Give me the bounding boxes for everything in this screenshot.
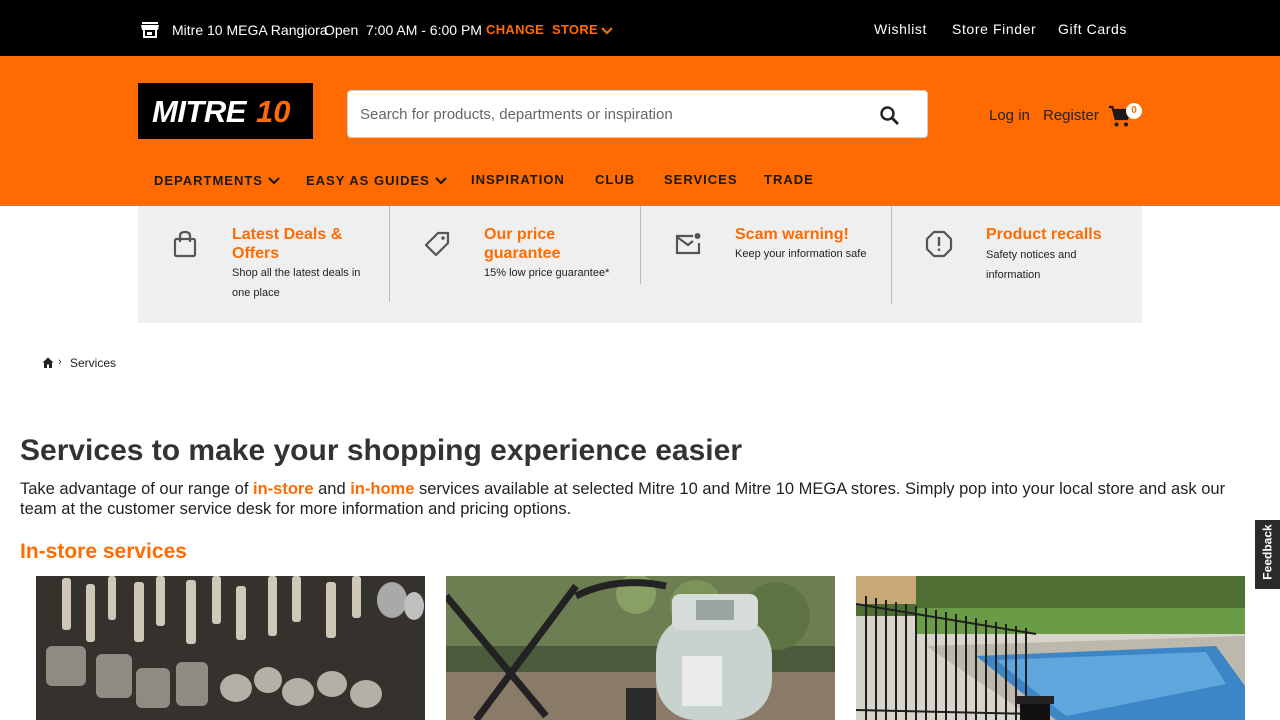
store-finder-link[interactable]: Store Finder <box>952 21 1036 37</box>
in-store-link[interactable]: in-store <box>253 480 314 498</box>
alert-octagon-icon <box>925 230 953 258</box>
change-store-label: CHANGE STORE <box>486 22 599 37</box>
store-name: Mitre 10 MEGA Rangiora <box>172 22 328 38</box>
nav-trade[interactable]: TRADE <box>764 172 814 187</box>
search-box <box>347 90 928 138</box>
store-icon <box>141 22 159 38</box>
nav-easy-as-guides[interactable]: EASY AS GUIDES <box>306 173 447 188</box>
gift-cards-link[interactable]: Gift Cards <box>1058 21 1127 37</box>
svg-text:10: 10 <box>256 94 290 129</box>
search-input[interactable] <box>360 91 860 137</box>
login-link[interactable]: Log in <box>989 107 1030 124</box>
nav-departments-label: DEPARTMENTS <box>154 173 263 188</box>
promo-strip: Latest Deals & Offers Shop all the lates… <box>138 206 1142 323</box>
store-status: Open <box>324 22 359 38</box>
promo-title: Scam warning! <box>735 226 849 243</box>
search-icon[interactable] <box>878 104 902 128</box>
price-tag-icon <box>424 231 450 257</box>
nav-services[interactable]: SERVICES <box>664 172 738 187</box>
promo-desc: Keep your information safe <box>735 248 867 260</box>
promo-price-guarantee[interactable]: Our price guarantee 15% low price guaran… <box>390 206 641 304</box>
promo-scam-warning[interactable]: Scam warning! Keep your information safe <box>641 206 892 304</box>
promo-title: Product recalls <box>986 226 1102 243</box>
service-card-image-keys[interactable] <box>36 576 425 720</box>
change-store-button[interactable]: CHANGE STORE <box>486 22 613 37</box>
top-bar: Mitre 10 MEGA Rangiora Open 7:00 AM - 6:… <box>0 0 1280 56</box>
nav-inspiration[interactable]: INSPIRATION <box>471 172 565 187</box>
promo-product-recalls[interactable]: Product recalls Safety notices and infor… <box>892 206 1142 304</box>
nav-easy-as-guides-label: EASY AS GUIDES <box>306 173 430 188</box>
promo-latest-deals[interactable]: Latest Deals & Offers Shop all the lates… <box>138 206 389 304</box>
intro-text-mid: and <box>313 480 351 498</box>
feedback-tab[interactable]: Feedback <box>1255 520 1280 589</box>
home-icon[interactable] <box>42 357 54 369</box>
service-card-image-pool-fence[interactable] <box>856 576 1245 720</box>
breadcrumb-separator: › <box>58 356 62 368</box>
promo-desc: Shop all the latest deals in one place <box>232 267 361 299</box>
intro-text-start: Take advantage of our range of <box>20 480 253 498</box>
cart-count-badge: 0 <box>1126 103 1142 119</box>
shopping-bag-icon <box>173 230 197 258</box>
nav-departments[interactable]: DEPARTMENTS <box>154 173 280 188</box>
promo-desc: Safety notices and information <box>986 249 1077 281</box>
nav-club[interactable]: CLUB <box>595 172 635 187</box>
mail-alert-icon <box>675 233 701 255</box>
promo-title: Latest Deals & Offers <box>232 226 343 262</box>
chevron-down-icon <box>268 176 280 185</box>
intro-text: Take advantage of our range of in-store … <box>20 479 1260 519</box>
promo-title: Our price guarantee <box>484 226 561 262</box>
service-card-image-gas-bottle[interactable] <box>446 576 835 720</box>
promo-desc: 15% low price guarantee* <box>484 267 610 279</box>
breadcrumb-current: Services <box>70 356 117 370</box>
store-hours: 7:00 AM - 6:00 PM <box>366 22 482 38</box>
in-home-link[interactable]: in-home <box>350 480 414 498</box>
feedback-label: Feedback <box>1260 524 1275 580</box>
svg-text:MITRE: MITRE <box>152 94 248 129</box>
main-header: MITRE 10 Log in Register 0 DEPARTMENTS E… <box>0 56 1280 206</box>
page-title: Services to make your shopping experienc… <box>20 434 742 467</box>
wishlist-link[interactable]: Wishlist <box>874 21 927 37</box>
mitre10-logo[interactable]: MITRE 10 <box>138 83 313 139</box>
chevron-down-icon <box>435 176 447 185</box>
chevron-down-icon <box>601 26 613 35</box>
register-link[interactable]: Register <box>1043 107 1099 124</box>
section-title: In-store services <box>20 540 187 563</box>
